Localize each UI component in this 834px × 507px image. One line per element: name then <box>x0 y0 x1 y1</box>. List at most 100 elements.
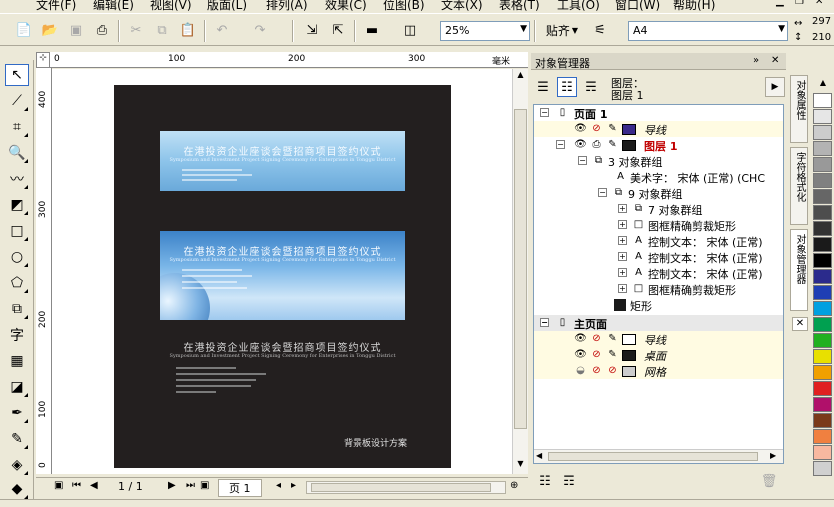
page-options-icon[interactable]: ▣ <box>54 480 63 491</box>
delete-icon[interactable]: 🗑 <box>759 471 779 491</box>
expand-icon[interactable]: + <box>618 268 627 277</box>
tab-object-manager[interactable]: 对象管理器 <box>790 229 808 311</box>
horizontal-scroll-thumb[interactable] <box>311 483 491 492</box>
tree-control-text[interactable]: + A 控制文本： 宋体 (正常) <box>534 233 783 249</box>
freehand-tool-icon[interactable]: 〰 <box>5 168 29 190</box>
collapse-icon[interactable]: − <box>556 140 565 149</box>
print-enabled-icon[interactable]: ⎙ <box>590 138 603 151</box>
snap-to-dropdown[interactable]: 贴齐 ▼ <box>540 20 584 40</box>
import-icon[interactable]: ⇲ <box>302 20 322 40</box>
copy-icon[interactable]: ⧉ <box>152 20 172 40</box>
layer-color-swatch[interactable] <box>622 334 636 345</box>
menu-tools[interactable]: 工具(O) <box>557 0 600 12</box>
palette-swatch[interactable] <box>813 141 832 156</box>
application-launcher-icon[interactable]: ▬ <box>362 20 382 40</box>
visibility-hidden-icon[interactable]: ◒ <box>574 364 587 377</box>
scroll-left-icon[interactable]: ◀ <box>536 451 542 460</box>
tree-control-text[interactable]: + A 控制文本： 宋体 (正常) <box>534 265 783 281</box>
previous-page-icon[interactable]: ◀ <box>90 480 98 491</box>
menu-help[interactable]: 帮助(H) <box>673 0 715 12</box>
interactive-fill-tool-icon[interactable]: ◆ <box>5 478 29 500</box>
print-icon[interactable]: ⎙ <box>92 20 112 40</box>
palette-swatch[interactable] <box>813 173 832 188</box>
scroll-right-icon[interactable]: ▸ <box>291 480 296 491</box>
vertical-scroll-thumb[interactable] <box>514 109 527 429</box>
undo-icon[interactable]: ↶ <box>212 20 232 40</box>
menu-bitmap[interactable]: 位图(B) <box>383 0 425 12</box>
zoom-tool-icon[interactable]: 🔍 <box>5 142 29 164</box>
expand-icon[interactable]: + <box>618 252 627 261</box>
edit-disabled-icon[interactable]: ⊘ <box>606 364 619 377</box>
backdrop-design-page[interactable]: 在港投资企业座谈会暨招商项目签约仪式 Symposium and Investm… <box>114 85 451 468</box>
edit-across-layers-icon[interactable]: ☷ <box>557 77 577 97</box>
tree-master-page[interactable]: − ▯ 主页面 <box>534 315 783 331</box>
close-icon[interactable]: ✕ <box>771 55 779 66</box>
print-disabled-icon[interactable]: ⊘ <box>590 364 603 377</box>
tree-group-9[interactable]: − ⧉ 9 对象群组 <box>534 185 783 201</box>
expand-icon[interactable]: + <box>618 284 627 293</box>
paste-icon[interactable]: 📋 <box>178 20 198 40</box>
welcome-screen-icon[interactable]: ◫ <box>400 20 420 40</box>
banner-design-1[interactable]: 在港投资企业座谈会暨招商项目签约仪式 Symposium and Investm… <box>160 131 405 191</box>
fill-tool-icon[interactable]: ◈ <box>5 454 29 476</box>
visibility-eye-icon[interactable]: 👁 <box>574 122 587 135</box>
navigator-zoom-icon[interactable]: ⊕ <box>510 480 518 491</box>
collapse-icon[interactable]: − <box>578 156 587 165</box>
smart-fill-tool-icon[interactable]: ◩ <box>5 194 29 216</box>
collapse-icon[interactable]: − <box>598 188 607 197</box>
new-master-layer-icon[interactable]: ☶ <box>559 471 579 491</box>
layer-color-swatch[interactable] <box>622 350 636 361</box>
eyedropper-tool-icon[interactable]: ✒ <box>5 402 29 424</box>
tree-page-1[interactable]: − ▯ 页面 1 <box>534 105 783 121</box>
paper-size-select[interactable]: A4 ▼ <box>628 21 788 41</box>
collapse-icon[interactable]: − <box>540 318 549 327</box>
palette-swatch[interactable] <box>813 349 832 364</box>
tree-group-7[interactable]: + ⧉ 7 对象群组 <box>534 201 783 217</box>
text-tool-icon[interactable]: 字 <box>5 324 29 346</box>
menu-effects[interactable]: 效果(C) <box>325 0 367 12</box>
palette-swatch[interactable] <box>813 333 832 348</box>
tree-layer-1[interactable]: − 👁 ⎙ ✎ 图层 1 <box>534 137 783 153</box>
menu-edit[interactable]: 编辑(E) <box>93 0 134 12</box>
zoom-level-select[interactable]: 25% ▼ <box>440 21 530 41</box>
redo-icon[interactable]: ↷ <box>250 20 270 40</box>
horizontal-ruler[interactable]: 0 100 200 300 毫米 <box>50 52 528 68</box>
visibility-eye-icon[interactable]: 👁 <box>574 348 587 361</box>
palette-swatch[interactable] <box>813 461 832 476</box>
edit-pencil-icon[interactable]: ✎ <box>606 348 619 361</box>
scroll-right-icon[interactable]: ▶ <box>770 451 776 460</box>
tree-group-3[interactable]: − ⧉ 3 对象群组 <box>534 153 783 169</box>
palette-swatch[interactable] <box>813 157 832 172</box>
menu-text[interactable]: 文本(X) <box>441 0 483 12</box>
palette-swatch[interactable] <box>813 93 832 108</box>
export-icon[interactable]: ⇱ <box>328 20 348 40</box>
docker-expand-icon[interactable]: » <box>753 55 759 66</box>
menu-arrange[interactable]: 排列(A) <box>266 0 308 12</box>
drawing-canvas[interactable]: 在港投资企业座谈会暨招商项目签约仪式 Symposium and Investm… <box>52 69 512 474</box>
basic-shapes-tool-icon[interactable]: ⧉ <box>5 298 29 320</box>
tree-control-text[interactable]: + A 控制文本： 宋体 (正常) <box>534 249 783 265</box>
expand-icon[interactable]: + <box>618 204 627 213</box>
shape-tool-icon[interactable]: ⟋ <box>5 90 29 112</box>
interactive-blend-tool-icon[interactable]: ◪ <box>5 376 29 398</box>
palette-swatch[interactable] <box>813 221 832 236</box>
tree-powerclip-rect[interactable]: + □ 图框精确剪裁矩形 <box>534 217 783 233</box>
palette-swatch[interactable] <box>813 397 832 412</box>
pick-tool-icon[interactable]: ↖ <box>5 64 29 86</box>
tab-character-formatting[interactable]: 字符格式化 <box>790 147 808 225</box>
tab-object-properties[interactable]: 对象属性 <box>790 75 808 143</box>
scroll-up-icon[interactable]: ▲ <box>514 70 527 83</box>
scroll-down-icon[interactable]: ▼ <box>514 459 527 472</box>
palette-swatch[interactable] <box>813 429 832 444</box>
ellipse-tool-icon[interactable]: ○ <box>5 246 29 268</box>
vertical-ruler[interactable]: 400 300 200 100 0 <box>36 68 52 474</box>
visibility-eye-icon[interactable]: 👁 <box>574 332 587 345</box>
menu-table[interactable]: 表格(T) <box>499 0 540 12</box>
palette-scroll-up-icon[interactable]: ▲ <box>813 78 833 92</box>
page-tab[interactable]: 页 1 <box>218 479 262 497</box>
expand-icon[interactable]: + <box>618 236 627 245</box>
vertical-scrollbar[interactable]: ▲ ▼ <box>512 69 528 474</box>
collapse-icon[interactable]: − <box>540 108 549 117</box>
tree-master-grid[interactable]: ◒ ⊘ ⊘ 网格 <box>534 363 783 379</box>
crop-tool-icon[interactable]: ⌗ <box>5 116 29 138</box>
